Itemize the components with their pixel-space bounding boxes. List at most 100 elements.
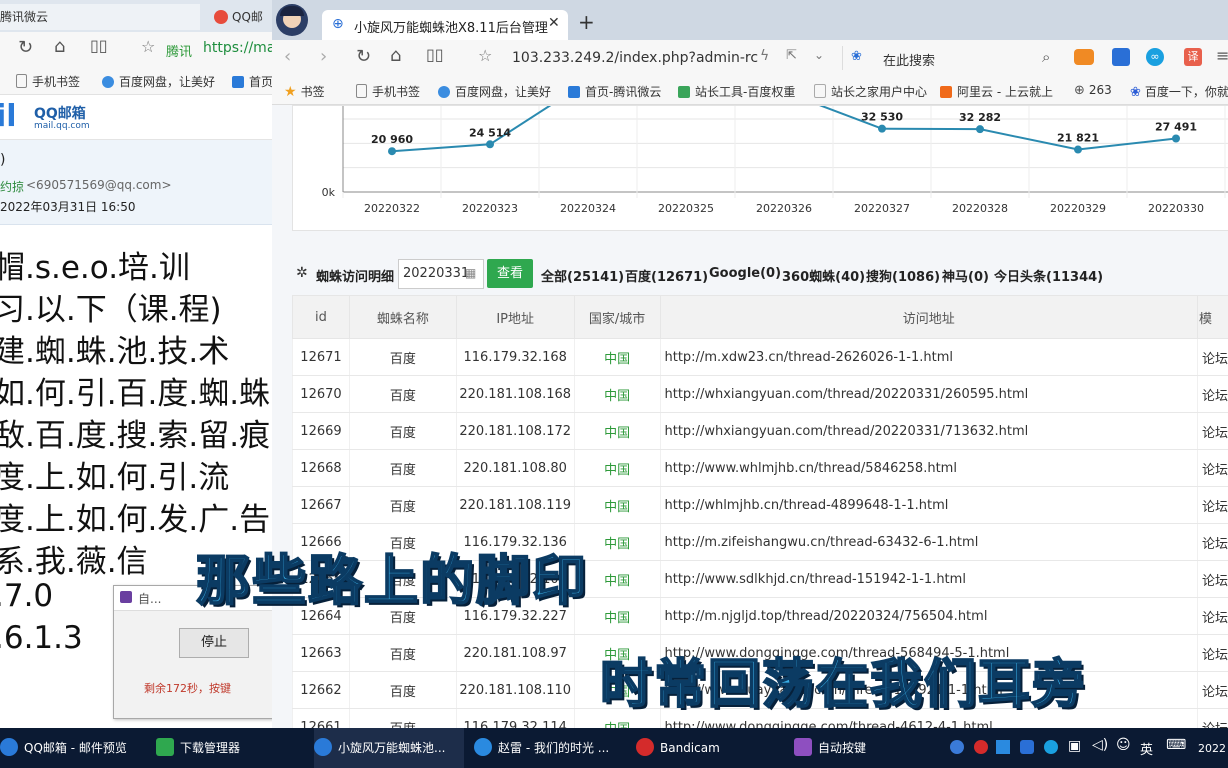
- new-tab-button[interactable]: +: [578, 10, 595, 34]
- col-url[interactable]: 访问地址: [659, 295, 1198, 339]
- tab-qqmail[interactable]: QQ邮: [214, 4, 272, 30]
- table-row[interactable]: 12670 百度 220.181.108.168 中国 http://whxiangyu…: [292, 375, 1228, 413]
- cell-url[interactable]: http://whlmjhb.cn/thread-4899648-1-1.htm…: [659, 486, 1198, 524]
- calendar-icon[interactable]: ▦: [465, 266, 476, 280]
- cell-url[interactable]: http://m.xdw23.cn/thread-2626026-1-1.htm…: [659, 338, 1198, 376]
- bookmark-home[interactable]: 首页: [232, 73, 272, 90]
- task-bandicam[interactable]: Bandicam: [636, 728, 776, 768]
- filter-all[interactable]: 全部(25141): [541, 266, 624, 285]
- tray-ext-icon[interactable]: [1020, 740, 1034, 754]
- back-icon[interactable]: ‹: [284, 46, 291, 67]
- col-country[interactable]: 国家/城市: [573, 295, 661, 339]
- filter-shenma[interactable]: 神马(0): [942, 266, 989, 285]
- tab-spider-admin[interactable]: ⊕ 小旋风万能蜘蛛池X8.11后台管理 ✕: [322, 10, 568, 40]
- filter-toutiao[interactable]: 今日头条(11344): [994, 266, 1103, 285]
- browser-icon: [314, 738, 332, 756]
- cell-url[interactable]: http://www.sdlkhjd.cn/thread-151942-1-1.…: [659, 560, 1198, 598]
- x-tick-label: 20220330: [1148, 202, 1204, 215]
- qqmail-logo-icon: il: [0, 99, 17, 134]
- bookmark-weiyun[interactable]: 首页-腾讯微云: [568, 83, 661, 100]
- tab-weiyun[interactable]: 腾讯微云: [0, 4, 200, 30]
- date-value: 20220331: [403, 266, 470, 281]
- keyboard-icon[interactable]: ⌨: [1166, 737, 1186, 753]
- autokey-icon: [120, 591, 132, 603]
- infinity-icon[interactable]: ∞: [1146, 48, 1164, 66]
- star-icon[interactable]: ☆: [141, 37, 155, 56]
- search-box[interactable]: ❀ 在此搜索: [842, 46, 1063, 70]
- col-ip[interactable]: IP地址: [455, 295, 575, 339]
- left-address-bar[interactable]: https://ma: [203, 40, 272, 56]
- task-qqmail[interactable]: QQ邮箱 - 邮件预览: [0, 728, 148, 768]
- cell-url[interactable]: http://m.zifeishangwu.cn/thread-63432-6-…: [659, 523, 1198, 561]
- tray-chat-icon[interactable]: [1044, 740, 1058, 754]
- address-bar[interactable]: 103.233.249.2/index.php?admin-rc: [512, 50, 758, 66]
- tray-record-icon[interactable]: [974, 740, 988, 754]
- task-autokey[interactable]: 自动按键: [794, 728, 934, 768]
- spider-chart-panel: 50k0k20220322202203232022032420220325202…: [292, 105, 1228, 231]
- x-tick-label: 20220323: [462, 202, 518, 215]
- cell-url[interactable]: http://www.whlmjhb.cn/thread/5846258.htm…: [659, 449, 1198, 487]
- clock[interactable]: 2022: [1198, 742, 1226, 755]
- filter-360[interactable]: 360蜘蛛(40): [782, 266, 865, 285]
- reload-icon[interactable]: ↻: [356, 46, 371, 67]
- home-icon[interactable]: ⌂: [54, 36, 65, 57]
- col-spider[interactable]: 蜘蛛名称: [348, 295, 457, 339]
- bookmark-263[interactable]: ⊕ 263: [1074, 83, 1112, 98]
- table-row[interactable]: 12668 百度 220.181.108.80 中国 http://www.whlmjh…: [292, 449, 1228, 487]
- bookmark-mobile[interactable]: 手机书签: [356, 83, 420, 100]
- forward-icon[interactable]: ›: [320, 46, 327, 67]
- task-spider-admin[interactable]: 小旋风万能蜘蛛池...: [314, 728, 464, 768]
- cell-id: 12671: [292, 338, 350, 376]
- cell-ip: 220.181.108.97: [455, 634, 575, 672]
- game-icon[interactable]: [1074, 49, 1094, 65]
- task-music[interactable]: 赵雷 - 我们的时光 ...: [474, 728, 624, 768]
- filter-google[interactable]: Google(0): [709, 266, 781, 281]
- share-icon[interactable]: ⇱: [786, 48, 797, 63]
- close-icon[interactable]: ✕: [548, 15, 560, 31]
- mail-sender-name[interactable]: 约掠: [0, 178, 24, 195]
- bookmark-chinaz-user[interactable]: 站长之家用户中心: [814, 83, 928, 100]
- home-icon[interactable]: ⌂: [390, 45, 401, 66]
- bookmark-baidupan[interactable]: 百度网盘，让美好: [102, 73, 215, 90]
- col-id[interactable]: id: [292, 295, 350, 339]
- cell-url[interactable]: http://whxiangyuan.com/thread/20220331/7…: [659, 412, 1198, 450]
- bookmark-folder[interactable]: ★ 书签: [284, 83, 325, 100]
- filter-sogou[interactable]: 搜狗(1086): [866, 266, 940, 285]
- table-row[interactable]: 12671 百度 116.179.32.168 中国 http://m.xdw23.cn…: [292, 338, 1228, 376]
- bookmark-aliyun[interactable]: 阿里云 - 上云就上: [940, 83, 1064, 100]
- weiyun-icon: [232, 76, 244, 88]
- menu-icon[interactable]: ≡: [1216, 46, 1228, 65]
- ime-indicator[interactable]: 英: [1140, 739, 1153, 758]
- chevron-down-icon[interactable]: ⌄: [814, 48, 824, 62]
- avatar[interactable]: [276, 4, 308, 36]
- bookmark-mobile[interactable]: 手机书签: [16, 73, 80, 90]
- date-input[interactable]: 20220331 ▦: [398, 259, 484, 289]
- bookmark-chinaz-tools[interactable]: 站长工具-百度权重: [678, 83, 802, 100]
- reader-icon[interactable]: ▯▯: [90, 36, 108, 55]
- cell-url[interactable]: http://whxiangyuan.com/thread/20220331/2…: [659, 375, 1198, 413]
- x-tick-label: 20220329: [1050, 202, 1106, 215]
- volume-icon[interactable]: ◁): [1092, 737, 1108, 753]
- tray-kugou-icon[interactable]: [950, 740, 964, 754]
- cell-url[interactable]: http://m.njgljd.top/thread/20220324/7565…: [659, 597, 1198, 635]
- network-icon[interactable]: ▣: [1068, 738, 1081, 754]
- tray-feather-icon[interactable]: [996, 740, 1010, 754]
- table-row[interactable]: 12669 百度 220.181.108.172 中国 http://whxiangyu…: [292, 412, 1228, 450]
- reader-icon[interactable]: ▯▯: [426, 45, 444, 64]
- query-button[interactable]: 查看: [487, 259, 533, 288]
- stop-button[interactable]: 停止: [179, 628, 249, 658]
- extension-icon[interactable]: [1112, 48, 1130, 66]
- bookmark-baidupan[interactable]: 百度网盘，让美好: [438, 83, 551, 100]
- col-extra[interactable]: 模: [1196, 295, 1228, 339]
- translate-icon[interactable]: 译: [1184, 48, 1202, 66]
- table-row[interactable]: 12667 百度 220.181.108.119 中国 http://whlmjhb.c…: [292, 486, 1228, 524]
- bookmark-baidu[interactable]: ❀ 百度一下，你就: [1130, 83, 1228, 100]
- lightning-icon[interactable]: ϟ: [760, 48, 769, 64]
- filter-baidu[interactable]: 百度(12671): [625, 266, 708, 285]
- star-icon[interactable]: ☆: [478, 46, 492, 65]
- qq-icon[interactable]: ☺: [1116, 737, 1131, 753]
- autokey-icon: [794, 738, 812, 756]
- search-icon[interactable]: ⌕: [1042, 48, 1050, 66]
- task-download[interactable]: 下载管理器: [156, 728, 296, 768]
- reload-icon[interactable]: ↻: [18, 37, 33, 58]
